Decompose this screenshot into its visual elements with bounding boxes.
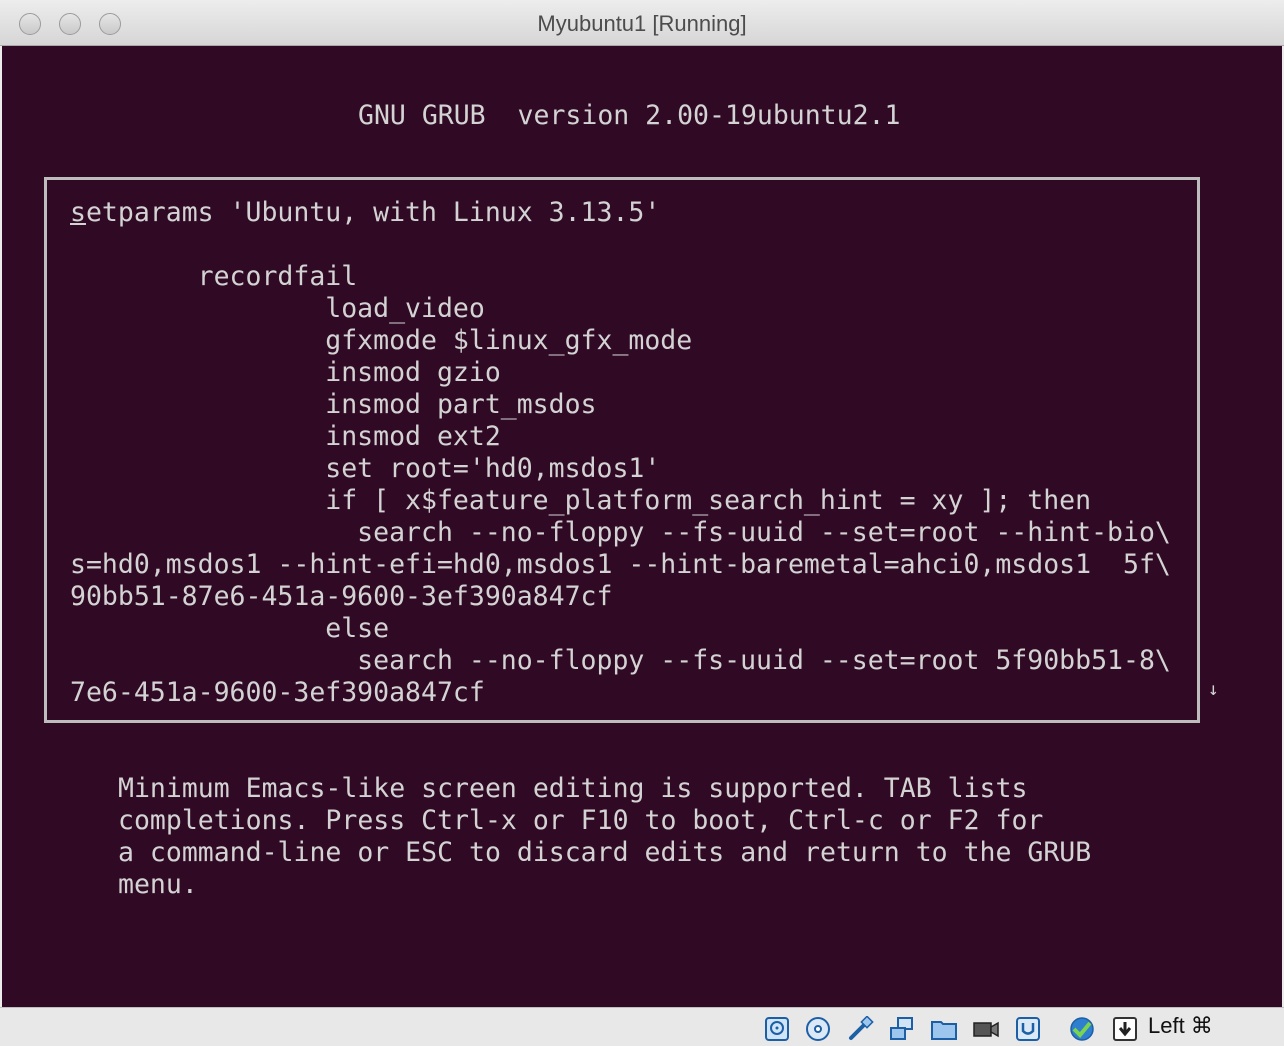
help-text-line: Minimum Emacs-like screen editing is sup… [118,773,1028,804]
edit-line[interactable]: set root='hd0,msdos1' [70,453,660,485]
grub-header: GNU GRUB version 2.00-19ubuntu2.1 [358,100,901,131]
hard-disk-icon[interactable] [763,1016,791,1042]
help-text-line: menu. [118,869,198,900]
optical-drive-icon[interactable] [804,1016,832,1042]
edit-line[interactable]: search --no-floppy --fs-uuid --set=root … [70,517,1171,549]
edit-line[interactable]: recordfail [70,261,358,293]
edit-line[interactable]: load_video [70,293,485,325]
host-key-label[interactable]: Left ⌘ [1148,1013,1213,1039]
edit-line[interactable]: 7e6-451a-9600-3ef390a847cf [70,677,485,709]
edit-line[interactable]: 90bb51-87e6-451a-9600-3ef390a847cf [70,581,612,613]
shared-folders-icon[interactable] [930,1016,958,1042]
edit-line[interactable]: insmod part_msdos [70,389,596,421]
edit-line[interactable]: s=hd0,msdos1 --hint-efi=hd0,msdos1 --hin… [70,549,1171,581]
usb-icon[interactable] [846,1016,874,1042]
scroll-down-indicator: ↓ [1208,679,1219,700]
network-icon[interactable] [888,1016,916,1042]
edit-line[interactable]: gfxmode $linux_gfx_mode [70,325,692,357]
vm-screen[interactable]: GNU GRUB version 2.00-19ubuntu2.1 setpar… [2,46,1282,1007]
mouse-integration-icon[interactable] [1111,1016,1139,1042]
edit-line[interactable]: insmod ext2 [70,421,501,453]
help-text-line: completions. Press Ctrl-x or F10 to boot… [118,805,1044,836]
virtualization-icon[interactable] [1068,1016,1096,1042]
video-capture-icon[interactable] [972,1016,1000,1042]
edit-line[interactable]: setparams 'Ubuntu, with Linux 3.13.5' [70,197,660,229]
help-text-line: a command-line or ESC to discard edits a… [118,837,1092,868]
vm-statusbar: Left ⌘ [0,1007,1284,1046]
display-icon[interactable] [1014,1016,1042,1042]
edit-line[interactable]: search --no-floppy --fs-uuid --set=root … [70,645,1171,677]
edit-line-text: etparams 'Ubuntu, with Linux 3.13.5' [85,197,661,228]
window-titlebar[interactable]: Myubuntu1 [Running] [0,0,1284,46]
window-title: Myubuntu1 [Running] [537,11,747,36]
edit-line[interactable]: insmod gzio [70,357,501,389]
text-cursor: s [70,197,86,228]
edit-line[interactable]: else [70,613,389,645]
edit-line[interactable]: if [ x$feature_platform_search_hint = xy… [70,485,1091,517]
